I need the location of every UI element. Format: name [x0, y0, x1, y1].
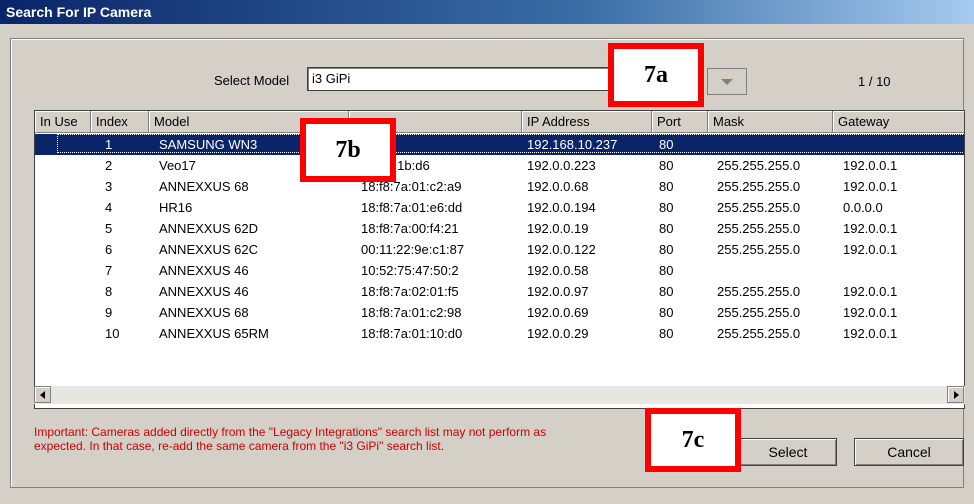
callout-7b: 7b — [300, 118, 396, 182]
cell-mask: 255.255.255.0 — [717, 200, 801, 215]
table-row[interactable]: 2Veo177a:02:1b:d6192.0.0.22380255.255.25… — [35, 155, 964, 176]
cell-gateway: 192.0.0.1 — [843, 326, 898, 341]
select-button[interactable]: Select — [739, 438, 837, 466]
cell-model: Veo17 — [159, 158, 196, 173]
column-header-mask[interactable]: Mask — [708, 111, 833, 133]
table-row[interactable]: 1 SAMSUNG WN3 192.168.10.237 80 — [35, 134, 964, 155]
column-header-port[interactable]: Port — [652, 111, 708, 133]
cell-mask: 255.255.255.0 — [717, 158, 801, 173]
cell-mac: 18:f8:7a:01:e6:dd — [361, 200, 463, 215]
cell-model: HR16 — [159, 200, 193, 215]
table-row[interactable]: 7 ANNEXXUS 46 10:52:75:47:50:2 192.0.0.58 80 — [35, 260, 964, 281]
cell-index: 7 — [105, 263, 113, 278]
cell-port: 80 — [659, 305, 674, 320]
cell-mac: 18:f8:7a:01:10:d0 — [361, 326, 463, 341]
cell-gateway: 192.0.0.1 — [843, 179, 898, 194]
cell-mask: 255.255.255.0 — [717, 284, 801, 299]
camera-list-table[interactable]: In Use Index Model IP Address Port Mask … — [34, 110, 965, 409]
cell-mac: 00:11:22:9e:c1:87 — [361, 242, 465, 257]
cell-model: ANNEXXUS 62D — [159, 221, 258, 236]
cell-ip: 192.0.0.223 — [527, 158, 596, 173]
cell-index: 10 — [105, 326, 120, 341]
column-header-in-use[interactable]: In Use — [35, 111, 91, 133]
scroll-right-icon — [954, 391, 959, 399]
cell-model: ANNEXXUS 62C — [159, 242, 258, 257]
cell-gateway: 192.0.0.1 — [843, 242, 898, 257]
cell-port: 80 — [659, 137, 674, 152]
cell-model: ANNEXXUS 46 — [159, 263, 249, 278]
cell-ip: 192.168.10.237 — [527, 137, 618, 152]
cell-gateway: 192.0.0.1 — [843, 284, 898, 299]
cell-index: 5 — [105, 221, 113, 236]
cell-port: 80 — [659, 221, 674, 236]
cell-model: ANNEXXUS 65RM — [159, 326, 269, 341]
table-row[interactable]: 9 ANNEXXUS 68 18:f8:7a:01:c2:98 192.0.0.69 8… — [35, 302, 964, 323]
cell-ip: 192.0.0.68 — [527, 179, 589, 194]
warning-message: Important: Cameras added directly from t… — [34, 425, 547, 453]
cell-port: 80 — [659, 179, 674, 194]
column-header-ip-address[interactable]: IP Address — [522, 111, 652, 133]
dropdown-arrow-icon — [721, 79, 733, 85]
table-header: In Use Index Model IP Address Port Mask … — [35, 111, 964, 133]
callout-7a: 7a — [608, 43, 704, 107]
cell-port: 80 — [659, 200, 674, 215]
cell-ip: 192.0.0.194 — [527, 200, 596, 215]
cell-gateway: 192.0.0.1 — [843, 305, 898, 320]
cell-ip: 192.0.0.19 — [527, 221, 589, 236]
table-row[interactable]: 5 ANNEXXUS 62D 18:f8:7a:00:f4:21 192.0.0.19… — [35, 218, 964, 239]
cell-mask: 255.255.255.0 — [717, 179, 801, 194]
cell-index: 4 — [105, 200, 113, 215]
page-indicator: 1 / 10 — [858, 74, 891, 89]
scroll-right-button[interactable] — [947, 386, 964, 403]
scroll-left-icon — [40, 391, 45, 399]
cell-ip: 192.0.0.58 — [527, 263, 589, 278]
cell-model: ANNEXXUS 68 — [159, 179, 249, 194]
table-row[interactable]: 3 ANNEXXUS 68 18:f8:7a:01:c2:a9 192.0.0.68 8… — [35, 176, 964, 197]
column-header-gateway[interactable]: Gateway — [833, 111, 964, 133]
cell-port: 80 — [659, 158, 674, 173]
table-row[interactable]: 4 HR16 18:f8:7a:01:e6:dd 192.0.0.194 80 255.2… — [35, 197, 964, 218]
cell-ip: 192.0.0.122 — [527, 242, 596, 257]
cell-mac: 10:52:75:47:50:2 — [361, 263, 459, 278]
cell-index: 9 — [105, 305, 113, 320]
callout-7c: 7c — [645, 408, 741, 472]
cell-index: 1 — [105, 137, 113, 152]
column-header-index[interactable]: Index — [91, 111, 149, 133]
cell-gateway: 0.0.0.0 — [843, 200, 883, 215]
scroll-left-button[interactable] — [34, 386, 51, 403]
model-select-input[interactable]: i3 GiPi — [307, 67, 617, 91]
cell-mask: 255.255.255.0 — [717, 221, 801, 236]
table-row[interactable]: 10 ANNEXXUS 65RM 18:f8:7a:01:10:d0 192.0.0.… — [35, 323, 964, 344]
cell-gateway: 192.0.0.1 — [843, 158, 898, 173]
model-dropdown-button[interactable] — [707, 68, 747, 95]
cell-port: 80 — [659, 263, 674, 278]
cell-mask: 255.255.255.0 — [717, 305, 801, 320]
cell-mac: 18:f8:7a:01:c2:98 — [361, 305, 462, 320]
cell-port: 80 — [659, 284, 674, 299]
horizontal-scrollbar[interactable] — [34, 386, 965, 404]
cancel-button[interactable]: Cancel — [854, 438, 964, 466]
cell-mask: 255.255.255.0 — [717, 242, 801, 257]
cell-model: SAMSUNG WN3 — [159, 137, 258, 152]
window-title: Search For IP Camera — [0, 0, 974, 24]
table-row[interactable]: 8 ANNEXXUS 46 18:f8:7a:02:01:f5 192.0.0.97 8… — [35, 281, 964, 302]
cell-mac: 18:f8:7a:00:f4:21 — [361, 221, 459, 236]
cell-ip: 192.0.0.29 — [527, 326, 589, 341]
table-row[interactable]: 6 ANNEXXUS 62C 00:11:22:9e:c1:87 192.0.0.12… — [35, 239, 964, 260]
cell-mask: 255.255.255.0 — [717, 326, 801, 341]
cell-port: 80 — [659, 242, 674, 257]
cell-model: ANNEXXUS 46 — [159, 284, 249, 299]
cell-port: 80 — [659, 326, 674, 341]
cell-index: 3 — [105, 179, 113, 194]
cell-index: 6 — [105, 242, 113, 257]
cell-mac: 18:f8:7a:02:01:f5 — [361, 284, 459, 299]
cell-ip: 192.0.0.69 — [527, 305, 589, 320]
cell-gateway: 192.0.0.1 — [843, 221, 898, 236]
cell-ip: 192.0.0.97 — [527, 284, 589, 299]
select-model-label: Select Model — [214, 73, 290, 88]
cell-model: ANNEXXUS 68 — [159, 305, 249, 320]
cell-index: 8 — [105, 284, 113, 299]
cell-index: 2 — [105, 158, 113, 173]
